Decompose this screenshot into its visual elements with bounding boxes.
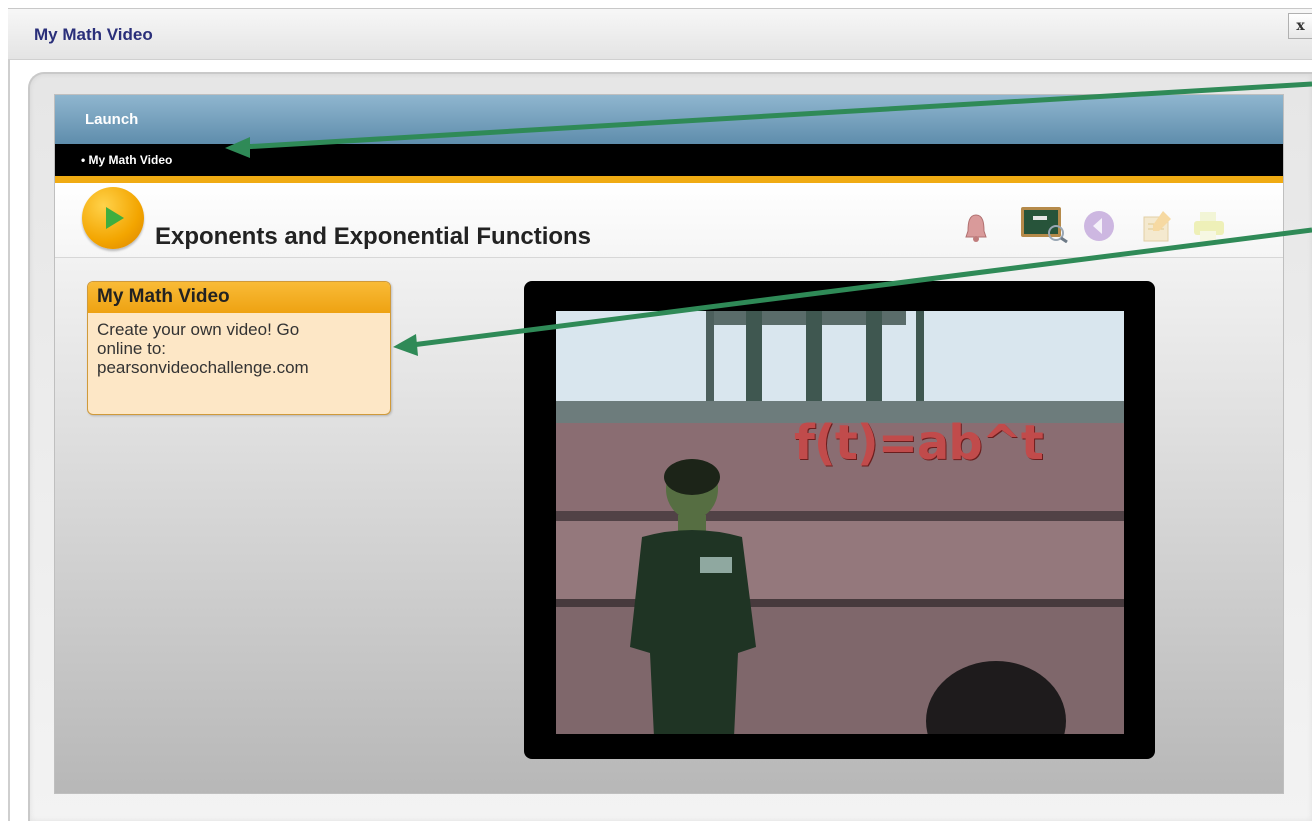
callout-body: Create your own video! Go online to: pea… bbox=[88, 313, 390, 377]
chalkboard-icon[interactable] bbox=[1020, 205, 1068, 244]
window-titlebar: My Math Video bbox=[8, 8, 1312, 60]
breadcrumb[interactable]: • My Math Video bbox=[81, 153, 172, 167]
video-frame-image[interactable]: f(t)=ab^t bbox=[556, 311, 1124, 734]
page-title: Exponents and Exponential Functions bbox=[155, 223, 592, 250]
callout-link[interactable]: pearsonvideochallenge.com bbox=[97, 358, 381, 377]
launch-bar: Launch bbox=[55, 95, 1283, 144]
window-title: My Math Video bbox=[34, 25, 153, 44]
launch-label: Launch bbox=[85, 111, 139, 128]
play-icon[interactable] bbox=[82, 187, 144, 249]
video-callout: My Math Video Create your own video! Go … bbox=[87, 281, 391, 415]
window-frame bbox=[8, 60, 10, 821]
video-player[interactable]: f(t)=ab^t bbox=[524, 281, 1155, 759]
callout-line: online to: bbox=[97, 339, 166, 358]
person-figure bbox=[630, 459, 756, 734]
close-button[interactable]: x bbox=[1288, 13, 1312, 39]
notes-icon[interactable] bbox=[1139, 209, 1175, 243]
callout-line: Create your own video! Go bbox=[97, 320, 300, 339]
audio-icon[interactable] bbox=[1082, 209, 1116, 243]
content-panel: Launch • My Math Video Exponents and Exp… bbox=[54, 94, 1284, 794]
lesson-header: Exponents and Exponential Functions bbox=[55, 183, 1283, 258]
breadcrumb-bar: • My Math Video bbox=[55, 144, 1283, 176]
video-equation: f(t)=ab^t bbox=[794, 415, 1044, 471]
print-icon[interactable] bbox=[1191, 209, 1227, 243]
callout-heading: My Math Video bbox=[88, 282, 390, 313]
bell-icon[interactable] bbox=[964, 209, 988, 243]
divider bbox=[55, 176, 1283, 183]
